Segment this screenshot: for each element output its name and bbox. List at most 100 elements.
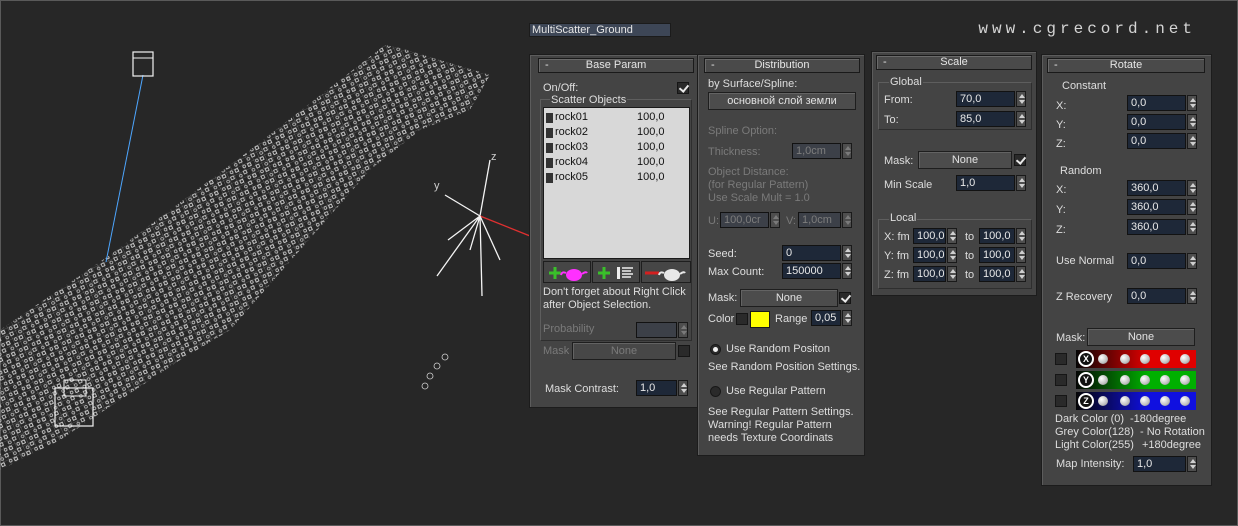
z-recovery-spinner[interactable]: 0,0 [1127, 288, 1197, 304]
local-x-from-spinner[interactable]: 100,0 [913, 228, 957, 244]
rotate-mask-button[interactable]: None [1087, 328, 1195, 346]
list-item[interactable]: rock03 100,0 [544, 140, 689, 155]
local-z-to-field[interactable]: 100,0 [979, 266, 1015, 282]
constant-x-spinner[interactable]: 0,0 [1127, 95, 1197, 111]
random-y-field[interactable]: 360,0 [1127, 199, 1186, 215]
spinner-arrows[interactable] [1187, 199, 1197, 215]
to-spinner[interactable]: 85,0 [956, 111, 1026, 127]
random-position-radio[interactable] [710, 344, 721, 355]
spinner-arrows[interactable] [1016, 175, 1026, 191]
y-axis-checkbox[interactable] [1055, 374, 1067, 386]
rotate-rollout-header[interactable]: - Rotate [1047, 58, 1205, 73]
local-z-from-spinner[interactable]: 100,0 [913, 266, 957, 282]
list-item[interactable]: rock05 100,0 [544, 170, 689, 185]
spinner-arrows[interactable] [1187, 114, 1197, 130]
spinner-arrows[interactable] [678, 322, 688, 338]
regular-pattern-radio[interactable] [710, 386, 721, 397]
constant-y-field[interactable]: 0,0 [1127, 114, 1186, 130]
spinner-arrows[interactable] [842, 310, 852, 326]
range-spinner[interactable]: 0,05 [811, 310, 852, 326]
scatter-objects-list[interactable]: rock01 100,0 rock02 100,0 rock03 100,0 rock… [543, 107, 690, 259]
local-x-to-field[interactable]: 100,0 [979, 228, 1015, 244]
u-distance-spinner[interactable]: 100,0cr [720, 212, 780, 228]
add-object-button[interactable] [543, 261, 591, 283]
local-z-to-spinner[interactable]: 100,0 [979, 266, 1026, 282]
u-distance-field[interactable]: 100,0cr [720, 212, 769, 228]
list-item[interactable]: rock01 100,0 [544, 110, 689, 125]
random-z-spinner[interactable]: 360,0 [1127, 219, 1197, 235]
mask-contrast-field[interactable]: 1,0 [636, 380, 677, 396]
color-swatch[interactable] [750, 311, 770, 328]
thickness-field[interactable]: 1,0cm [792, 143, 841, 159]
probability-spinner[interactable] [636, 322, 688, 338]
scale-mask-checkbox[interactable] [1014, 154, 1026, 166]
from-spinner[interactable]: 70,0 [956, 91, 1026, 107]
thickness-spinner[interactable]: 1,0cm [792, 143, 852, 159]
max-count-field[interactable]: 150000 [782, 263, 841, 279]
min-scale-spinner[interactable]: 1,0 [956, 175, 1026, 191]
color-checkbox[interactable] [736, 313, 748, 325]
mask-map-button[interactable]: None [740, 289, 838, 307]
use-normal-spinner[interactable]: 0,0 [1127, 253, 1197, 269]
list-item[interactable]: rock02 100,0 [544, 125, 689, 140]
random-x-field[interactable]: 360,0 [1127, 180, 1186, 196]
spinner-arrows[interactable] [947, 228, 957, 244]
v-distance-spinner[interactable]: 1,0cm [798, 212, 852, 228]
seed-spinner[interactable]: 0 [782, 245, 852, 261]
scale-mask-button[interactable]: None [918, 151, 1012, 169]
probability-field[interactable] [636, 322, 677, 338]
spinner-arrows[interactable] [678, 380, 688, 396]
local-y-to-field[interactable]: 100,0 [979, 247, 1015, 263]
spinner-arrows[interactable] [1016, 266, 1026, 282]
spinner-arrows[interactable] [1016, 91, 1026, 107]
map-intensity-field[interactable]: 1,0 [1133, 456, 1186, 472]
map-intensity-spinner[interactable]: 1,0 [1133, 456, 1197, 472]
z-recovery-field[interactable]: 0,0 [1127, 288, 1186, 304]
spinner-arrows[interactable] [842, 212, 852, 228]
random-z-field[interactable]: 360,0 [1127, 219, 1186, 235]
local-x-to-spinner[interactable]: 100,0 [979, 228, 1026, 244]
spinner-arrows[interactable] [1187, 133, 1197, 149]
local-z-from-field[interactable]: 100,0 [913, 266, 946, 282]
spinner-arrows[interactable] [1187, 288, 1197, 304]
local-y-to-spinner[interactable]: 100,0 [979, 247, 1026, 263]
distribution-rollout-header[interactable]: - Distribution [704, 58, 860, 73]
local-y-from-spinner[interactable]: 100,0 [913, 247, 957, 263]
spinner-arrows[interactable] [1016, 111, 1026, 127]
surface-pick-button[interactable]: основной слой земли [708, 92, 856, 110]
range-field[interactable]: 0,05 [811, 310, 841, 326]
mask-checkbox[interactable] [678, 345, 690, 357]
spinner-arrows[interactable] [947, 247, 957, 263]
mask-checkbox[interactable] [839, 292, 851, 304]
spinner-arrows[interactable] [842, 263, 852, 279]
seed-field[interactable]: 0 [782, 245, 841, 261]
from-field[interactable]: 70,0 [956, 91, 1015, 107]
scale-rollout-header[interactable]: - Scale [876, 55, 1032, 70]
min-scale-field[interactable]: 1,0 [956, 175, 1015, 191]
list-item[interactable]: rock04 100,0 [544, 155, 689, 170]
spinner-arrows[interactable] [842, 245, 852, 261]
on-off-checkbox[interactable] [677, 82, 689, 94]
x-axis-checkbox[interactable] [1055, 353, 1067, 365]
spinner-arrows[interactable] [1187, 456, 1197, 472]
spinner-arrows[interactable] [1187, 253, 1197, 269]
spinner-arrows[interactable] [947, 266, 957, 282]
add-from-list-button[interactable] [592, 261, 640, 283]
base-param-rollout-header[interactable]: - Base Param [538, 58, 694, 73]
constant-y-spinner[interactable]: 0,0 [1127, 114, 1197, 130]
random-y-spinner[interactable]: 360,0 [1127, 199, 1197, 215]
spinner-arrows[interactable] [1016, 228, 1026, 244]
local-x-from-field[interactable]: 100,0 [913, 228, 946, 244]
mask-map-button[interactable]: None [572, 342, 676, 360]
spinner-arrows[interactable] [1187, 219, 1197, 235]
spinner-arrows[interactable] [1187, 95, 1197, 111]
use-normal-field[interactable]: 0,0 [1127, 253, 1186, 269]
random-x-spinner[interactable]: 360,0 [1127, 180, 1197, 196]
constant-z-field[interactable]: 0,0 [1127, 133, 1186, 149]
to-field[interactable]: 85,0 [956, 111, 1015, 127]
v-distance-field[interactable]: 1,0cm [798, 212, 841, 228]
z-axis-checkbox[interactable] [1055, 395, 1067, 407]
spinner-arrows[interactable] [770, 212, 780, 228]
max-count-spinner[interactable]: 150000 [782, 263, 852, 279]
local-y-from-field[interactable]: 100,0 [913, 247, 946, 263]
